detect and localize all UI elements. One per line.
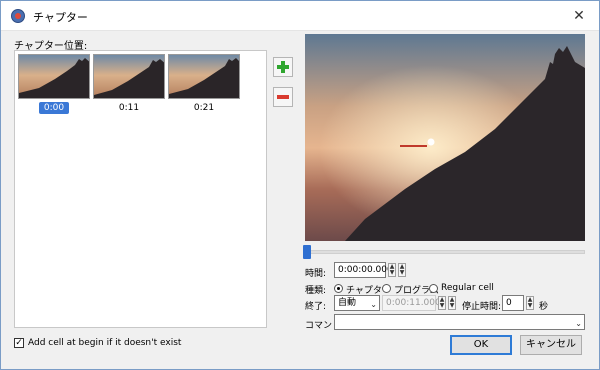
chevron-down-icon: ⌄ [575, 319, 582, 328]
type-option-regular-cell[interactable]: Regular cell [441, 283, 494, 293]
end-time-field: 0:00:11.000 [382, 295, 441, 311]
time-label: 時間: [305, 269, 327, 279]
seek-handle[interactable] [303, 245, 311, 259]
time-field[interactable]: 0:00:00.000 [334, 262, 393, 278]
add-chapter-button[interactable] [273, 57, 293, 77]
pause-unit: 秒 [539, 302, 549, 312]
command-dropdown[interactable]: ⌄ [334, 314, 585, 330]
pause-label: 停止時間: [462, 302, 502, 312]
add-cell-checkbox[interactable]: ✓ [14, 338, 24, 348]
pause-field[interactable]: 0 [502, 295, 524, 311]
time-stepper-up[interactable]: ▲ ▼ [388, 263, 396, 277]
time-stepper-down[interactable]: ▲ ▼ [398, 263, 406, 277]
close-button[interactable]: ✕ [567, 6, 591, 26]
chapter-thumbnail[interactable] [168, 54, 240, 99]
type-radio-program[interactable] [382, 284, 391, 293]
end-mode-dropdown[interactable]: 自動 ⌄ [334, 295, 380, 311]
app-icon [11, 9, 25, 23]
pause-stepper[interactable]: ▲ ▼ [526, 296, 534, 310]
end-stepper-up: ▲ ▼ [438, 296, 446, 310]
type-radio-regular-cell[interactable] [429, 284, 438, 293]
chevron-down-icon: ⌄ [370, 300, 377, 309]
ok-button[interactable]: OK [450, 335, 512, 355]
window-title: チャプター [33, 11, 88, 24]
chapter-dialog: チャプター ✕ チャプター位置: 0:00 0:11 0:21 時間: 0:00… [0, 0, 600, 370]
video-preview [305, 34, 585, 241]
end-label: 終了: [305, 302, 327, 312]
add-cell-label[interactable]: Add cell at begin if it doesn't exist [28, 338, 181, 348]
chapter-thumbnail[interactable] [18, 54, 90, 99]
type-radio-chapter[interactable] [334, 284, 343, 293]
end-stepper-down: ▲ ▼ [448, 296, 456, 310]
chapter-time-label[interactable]: 0:00 [18, 102, 90, 114]
chapter-list[interactable]: 0:00 0:11 0:21 [14, 50, 267, 328]
remove-chapter-button[interactable] [273, 87, 293, 107]
seek-track[interactable] [305, 250, 585, 254]
cancel-button[interactable]: キャンセル [520, 335, 582, 355]
chapter-time-label[interactable]: 0:21 [168, 103, 240, 113]
chapter-time-label[interactable]: 0:11 [93, 103, 165, 113]
chapter-thumbnail[interactable] [93, 54, 165, 99]
title-bar: チャプター ✕ [1, 1, 599, 31]
type-label: 種類: [305, 286, 327, 296]
